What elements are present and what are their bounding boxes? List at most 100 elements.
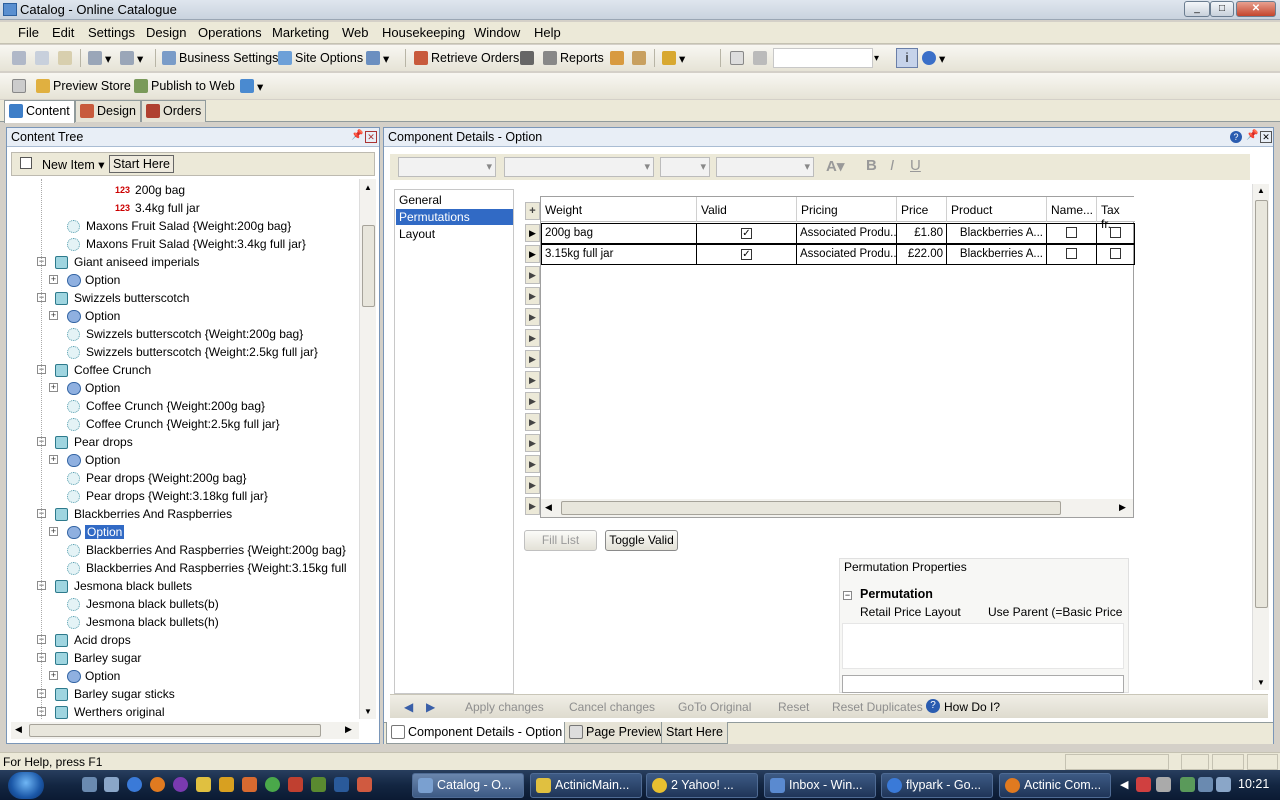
menu-settings[interactable]: Settings [88,25,135,40]
tree-node-product[interactable]: Acid drops [55,631,131,649]
info-icon[interactable]: i [896,48,918,68]
col-tax-free[interactable]: Tax fr. [1097,197,1135,231]
col-pricing[interactable]: Pricing [797,197,897,222]
photoshop-icon[interactable] [334,777,349,792]
add-row-icon[interactable]: + [525,202,540,220]
row-selector[interactable]: ▶ [525,308,540,326]
details-vertical-scrollbar[interactable]: ▲ ▼ [1252,184,1269,690]
start-here-button[interactable]: Start Here [109,155,174,173]
tree-node-option[interactable]: Option [67,667,120,685]
details-vscroll-thumb[interactable] [1255,200,1268,608]
row-selector[interactable]: ▶ [525,455,540,473]
close-panel-icon[interactable]: ✕ [1260,131,1272,143]
cell-valid[interactable]: ✓ [697,223,797,244]
menu-marketing[interactable]: Marketing [272,25,329,40]
tax-free-checkbox[interactable] [1110,248,1121,259]
cell-pricing[interactable]: Associated Produ... [797,223,897,244]
fill-list-button[interactable]: Fill List [524,530,597,551]
collapse-icon[interactable]: − [843,591,852,600]
cut-icon[interactable] [12,49,29,67]
glasses-icon[interactable] [753,49,770,67]
grid-hscroll-thumb[interactable] [561,501,1061,515]
tab-start-here[interactable]: Start Here [661,722,728,744]
task-actinic-com[interactable]: Actinic Com... [999,773,1111,798]
package-icon[interactable] [632,49,649,67]
task-yahoo[interactable]: 2 Yahoo! ... [646,773,758,798]
how-do-i-button[interactable]: How Do I? [944,700,1000,714]
search-dropdown-icon[interactable]: ▾ [874,49,879,67]
tree-hscroll-thumb[interactable] [29,724,321,737]
task-actinicmain[interactable]: ActinicMain... [530,773,642,798]
document-icon[interactable] [12,77,29,95]
reset-button[interactable]: Reset [778,700,809,714]
task-flypark[interactable]: flypark - Go... [881,773,993,798]
dreamweaver-icon[interactable] [311,777,326,792]
business-settings-button[interactable]: Business Settings [162,49,278,67]
volume-icon[interactable] [1216,777,1231,792]
tree-node-variant[interactable]: Maxons Fruit Salad {Weight:3.4kg full ja… [67,235,306,253]
publish-to-web-button[interactable]: Publish to Web [134,77,235,95]
goto-original-button[interactable]: GoTo Original [678,700,751,714]
expand-toggle-icon[interactable]: + [49,527,58,536]
row-selector[interactable]: ▶ [525,350,540,368]
cell-weight[interactable]: 200g bag [541,223,697,244]
help-icon[interactable]: ? [1230,131,1242,143]
bold-icon[interactable]: B [866,157,877,174]
color-select[interactable] [716,157,814,177]
undo-icon[interactable]: ▾ [88,49,111,67]
scroll-left-icon[interactable]: ◀ [545,502,552,513]
row-selector[interactable]: ▶ [525,392,540,410]
tray-expand-icon[interactable]: ◀ [1120,778,1128,791]
paste-icon[interactable] [58,49,75,67]
row-selector[interactable]: ▶ [525,371,540,389]
tree-node-option[interactable]: Option [67,379,120,397]
font-family-select[interactable] [398,157,496,177]
tree-node-product[interactable]: Pear drops [55,433,133,451]
pin-icon[interactable]: 📌 [1246,130,1258,141]
table-row[interactable]: 200g bag ✓ Associated Produ... £1.80 Bla… [541,223,1135,244]
cell-tax-free[interactable] [1097,244,1135,265]
tree-node-product[interactable]: Jesmona black bullets [55,577,192,595]
app-icon[interactable] [196,777,211,792]
valid-checkbox[interactable]: ✓ [741,228,752,239]
expand-toggle-icon[interactable]: + [49,671,58,680]
tab-component-details[interactable]: Component Details - Option [386,722,568,744]
tree-node-product[interactable]: Blackberries And Raspberries [55,505,232,523]
cell-name[interactable] [1047,244,1097,265]
switch-windows-icon[interactable] [104,777,119,792]
tree-node-variant[interactable]: Pear drops {Weight:3.18kg full jar} [67,487,268,505]
tree-node-variant[interactable]: Jesmona black bullets(h) [67,613,219,631]
close-panel-icon[interactable]: ✕ [365,131,377,143]
row-selector[interactable]: ▶ [525,266,540,284]
grid-horizontal-scrollbar[interactable]: ◀ ▶ [541,499,1133,517]
nav-layout[interactable]: Layout [396,226,513,242]
valid-checkbox[interactable]: ✓ [741,249,752,260]
ie-icon[interactable] [127,777,142,792]
scroll-left-icon[interactable]: ◀ [15,724,22,735]
cell-tax-free[interactable] [1097,223,1135,244]
network-icon[interactable] [1198,777,1213,792]
search-input[interactable] [773,48,873,68]
app-icon[interactable] [357,777,372,792]
pin-icon[interactable]: 📌 [351,130,363,141]
row-selector[interactable]: ▶ [525,413,540,431]
cell-name[interactable] [1047,223,1097,244]
cell-valid[interactable]: ✓ [697,244,797,265]
col-price[interactable]: Price [897,197,947,222]
web-icon[interactable]: ▾ [240,77,263,95]
col-weight[interactable]: Weight [541,197,697,222]
name-checkbox[interactable] [1066,227,1077,238]
cell-weight[interactable]: 3.15kg full jar [541,244,697,265]
show-desktop-icon[interactable] [82,777,97,792]
task-inbox[interactable]: Inbox - Win... [764,773,876,798]
media-icon[interactable] [173,777,188,792]
cell-pricing[interactable]: Associated Produ... [797,244,897,265]
underline-icon[interactable]: U [910,157,921,174]
cancel-changes-button[interactable]: Cancel changes [569,700,655,714]
expand-toggle-icon[interactable]: + [49,311,58,320]
menu-operations[interactable]: Operations [198,25,262,40]
export-icon[interactable] [610,49,627,67]
name-checkbox[interactable] [1066,248,1077,259]
font-style-select[interactable] [504,157,654,177]
tree-node-variant[interactable]: Jesmona black bullets(b) [67,595,219,613]
